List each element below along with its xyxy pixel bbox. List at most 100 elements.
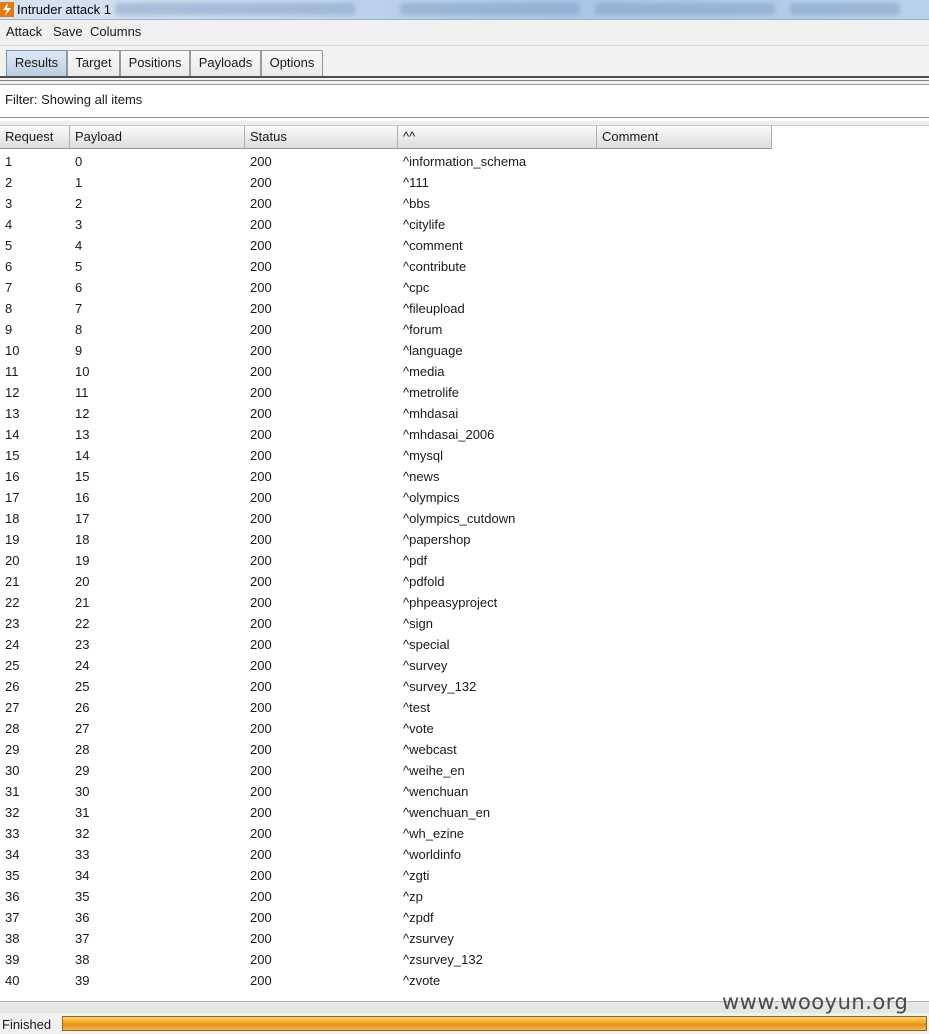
cell-grep-match: ^webcast bbox=[403, 742, 457, 757]
cell-comment bbox=[602, 445, 770, 466]
table-row[interactable]: 32 31 200 ^wenchuan_en bbox=[0, 802, 772, 823]
cell-grep-match: ^worldinfo bbox=[403, 847, 462, 862]
cell-request: 27 bbox=[5, 700, 20, 715]
table-row[interactable]: 21 20 200 ^pdfold bbox=[0, 571, 772, 592]
cell-payload: 31 bbox=[75, 805, 90, 820]
tab-results[interactable]: Results bbox=[6, 50, 67, 76]
table-row[interactable]: 2 1 200 ^111 bbox=[0, 172, 772, 193]
table-row[interactable]: 23 22 200 ^sign bbox=[0, 613, 772, 634]
column-header-status[interactable]: Status bbox=[245, 126, 398, 149]
menu-columns[interactable]: Columns bbox=[90, 24, 141, 39]
table-row[interactable]: 5 4 200 ^comment bbox=[0, 235, 772, 256]
table-row[interactable]: 22 21 200 ^phpeasyproject bbox=[0, 592, 772, 613]
table-row[interactable]: 29 28 200 ^webcast bbox=[0, 739, 772, 760]
cell-request: 2 bbox=[5, 175, 13, 190]
cell-payload: 37 bbox=[75, 931, 90, 946]
table-row[interactable]: 8 7 200 ^fileupload bbox=[0, 298, 772, 319]
cell-status: 200 bbox=[250, 742, 272, 757]
filter-bar[interactable]: Filter: Showing all items bbox=[0, 84, 929, 118]
cell-grep-match: ^test bbox=[403, 700, 431, 715]
table-row[interactable]: 25 24 200 ^survey bbox=[0, 655, 772, 676]
cell-request: 8 bbox=[5, 301, 13, 316]
tab-target[interactable]: Target bbox=[67, 50, 120, 76]
table-row[interactable]: 1 0 200 ^information_schema bbox=[0, 151, 772, 172]
table-row[interactable]: 26 25 200 ^survey_132 bbox=[0, 676, 772, 697]
filter-label[interactable]: Filter: Showing all items bbox=[5, 92, 142, 107]
table-row[interactable]: 13 12 200 ^mhdasai bbox=[0, 403, 772, 424]
cell-grep-match: ^bbs bbox=[403, 196, 431, 211]
table-row[interactable]: 15 14 200 ^mysql bbox=[0, 445, 772, 466]
progress-bar-fill bbox=[63, 1017, 926, 1030]
table-row[interactable]: 31 30 200 ^wenchuan bbox=[0, 781, 772, 802]
tab-positions[interactable]: Positions bbox=[120, 50, 190, 76]
table-row[interactable]: 27 26 200 ^test bbox=[0, 697, 772, 718]
cell-request: 40 bbox=[5, 973, 20, 988]
cell-comment bbox=[602, 739, 770, 760]
cell-status: 200 bbox=[250, 154, 272, 169]
cell-payload: 13 bbox=[75, 427, 90, 442]
cell-status: 200 bbox=[250, 553, 272, 568]
table-row[interactable]: 12 11 200 ^metrolife bbox=[0, 382, 772, 403]
cell-grep-match: ^weihe_en bbox=[403, 763, 465, 778]
table-row[interactable]: 18 17 200 ^olympics_cutdown bbox=[0, 508, 772, 529]
table-row[interactable]: 17 16 200 ^olympics bbox=[0, 487, 772, 508]
cell-payload: 16 bbox=[75, 490, 90, 505]
cell-payload: 15 bbox=[75, 469, 90, 484]
cell-comment bbox=[602, 760, 770, 781]
cell-grep-match: ^papershop bbox=[403, 532, 471, 547]
table-row[interactable]: 19 18 200 ^papershop bbox=[0, 529, 772, 550]
table-row[interactable]: 24 23 200 ^special bbox=[0, 634, 772, 655]
column-header-comment[interactable]: Comment bbox=[597, 126, 772, 149]
cell-payload: 21 bbox=[75, 595, 90, 610]
cell-grep-match: ^vote bbox=[403, 721, 434, 736]
table-header: Request Payload Status ^^ Comment bbox=[0, 126, 772, 149]
table-row[interactable]: 11 10 200 ^media bbox=[0, 361, 772, 382]
cell-payload: 6 bbox=[75, 280, 83, 295]
table-row[interactable]: 36 35 200 ^zp bbox=[0, 886, 772, 907]
cell-comment bbox=[602, 550, 770, 571]
cell-request: 32 bbox=[5, 805, 20, 820]
cell-status: 200 bbox=[250, 448, 272, 463]
table-row[interactable]: 7 6 200 ^cpc bbox=[0, 277, 772, 298]
tab-payloads[interactable]: Payloads bbox=[190, 50, 261, 76]
column-header-payload[interactable]: Payload bbox=[70, 126, 245, 149]
table-row[interactable]: 33 32 200 ^wh_ezine bbox=[0, 823, 772, 844]
cell-status: 200 bbox=[250, 322, 272, 337]
tab-options[interactable]: Options bbox=[261, 50, 323, 76]
table-row[interactable]: 16 15 200 ^news bbox=[0, 466, 772, 487]
cell-status: 200 bbox=[250, 280, 272, 295]
menu-save[interactable]: Save bbox=[53, 24, 83, 39]
column-header-request[interactable]: Request bbox=[0, 126, 70, 149]
table-row[interactable]: 39 38 200 ^zsurvey_132 bbox=[0, 949, 772, 970]
table-row[interactable]: 34 33 200 ^worldinfo bbox=[0, 844, 772, 865]
title-blur-region bbox=[790, 3, 900, 15]
table-row[interactable]: 9 8 200 ^forum bbox=[0, 319, 772, 340]
menu-attack[interactable]: Attack bbox=[6, 24, 42, 39]
table-row[interactable]: 3 2 200 ^bbs bbox=[0, 193, 772, 214]
table-row[interactable]: 28 27 200 ^vote bbox=[0, 718, 772, 739]
cell-status: 200 bbox=[250, 658, 272, 673]
table-row[interactable]: 10 9 200 ^language bbox=[0, 340, 772, 361]
cell-status: 200 bbox=[250, 217, 272, 232]
table-row[interactable]: 20 19 200 ^pdf bbox=[0, 550, 772, 571]
cell-request: 25 bbox=[5, 658, 20, 673]
table-row[interactable]: 30 29 200 ^weihe_en bbox=[0, 760, 772, 781]
table-row[interactable]: 35 34 200 ^zgti bbox=[0, 865, 772, 886]
cell-comment bbox=[602, 424, 770, 445]
status-bar: Finished bbox=[0, 1013, 929, 1034]
cell-status: 200 bbox=[250, 805, 272, 820]
cell-request: 33 bbox=[5, 826, 20, 841]
cell-payload: 2 bbox=[75, 196, 83, 211]
cell-comment bbox=[602, 172, 770, 193]
table-row[interactable]: 37 36 200 ^zpdf bbox=[0, 907, 772, 928]
cell-request: 38 bbox=[5, 931, 20, 946]
table-row[interactable]: 14 13 200 ^mhdasai_2006 bbox=[0, 424, 772, 445]
table-row[interactable]: 4 3 200 ^citylife bbox=[0, 214, 772, 235]
cell-payload: 25 bbox=[75, 679, 90, 694]
table-row[interactable]: 38 37 200 ^zsurvey bbox=[0, 928, 772, 949]
column-header-grep-match[interactable]: ^^ bbox=[398, 126, 597, 149]
cell-request: 20 bbox=[5, 553, 20, 568]
table-row[interactable]: 6 5 200 ^contribute bbox=[0, 256, 772, 277]
cell-status: 200 bbox=[250, 826, 272, 841]
table-row[interactable]: 40 39 200 ^zvote bbox=[0, 970, 772, 991]
